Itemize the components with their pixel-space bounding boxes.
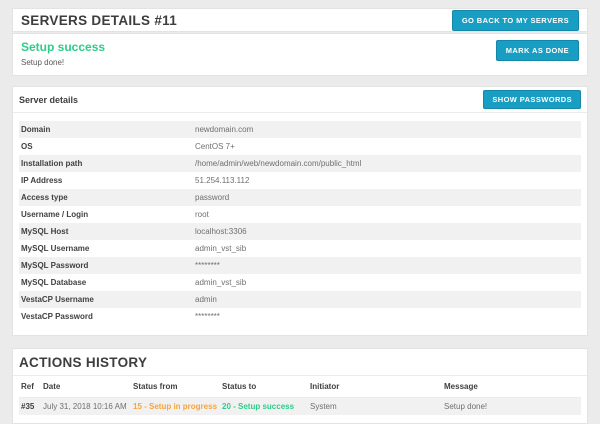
page: SERVERS DETAILS #11 GO BACK TO MY SERVER… — [0, 0, 600, 424]
history-table: RefDateStatus fromStatus toInitiatorMess… — [19, 376, 581, 415]
detail-value: /home/admin/web/newdomain.com/public_htm… — [195, 159, 361, 168]
history-column-header: Initiator — [310, 382, 444, 391]
history-cell-initiator: System — [310, 402, 444, 411]
actions-history-heading: ACTIONS HISTORY — [19, 355, 147, 370]
status-text: Setup success Setup done! — [21, 40, 105, 67]
detail-label: VestaCP Username — [19, 295, 195, 304]
history-column-header: Ref — [21, 382, 43, 391]
detail-value: ******** — [195, 312, 220, 321]
actions-history-header: ACTIONS HISTORY — [13, 349, 587, 376]
status-title: Setup success — [21, 40, 105, 54]
history-header-row: RefDateStatus fromStatus toInitiatorMess… — [19, 376, 581, 398]
detail-value: newdomain.com — [195, 125, 253, 134]
detail-value: 51.254.113.112 — [195, 176, 249, 185]
detail-row: MySQL Password******** — [19, 257, 581, 274]
server-details-header: Server details SHOW PASSWORDS — [13, 87, 587, 113]
mark-as-done-button[interactable]: MARK AS DONE — [496, 40, 579, 61]
detail-row: Username / Loginroot — [19, 206, 581, 223]
detail-row: MySQL Databaseadmin_vst_sib — [19, 274, 581, 291]
detail-value: password — [195, 193, 229, 202]
detail-label: MySQL Password — [19, 261, 195, 270]
detail-label: Domain — [19, 125, 195, 134]
server-details-table: Domainnewdomain.comOSCentOS 7+Installati… — [19, 121, 581, 325]
detail-value: root — [195, 210, 209, 219]
detail-label: VestaCP Password — [19, 312, 195, 321]
server-details-heading: Server details — [19, 95, 78, 105]
history-column-header: Date — [43, 382, 133, 391]
history-cell-date: July 31, 2018 10:16 AM — [43, 402, 133, 411]
detail-label: Access type — [19, 193, 195, 202]
history-column-header: Message — [444, 382, 581, 391]
page-title: SERVERS DETAILS #11 — [21, 13, 177, 28]
detail-value: localhost:3306 — [195, 227, 247, 236]
actions-history-card: ACTIONS HISTORY RefDateStatus fromStatus… — [12, 348, 588, 424]
history-cell-status-to: 20 - Setup success — [222, 402, 310, 411]
detail-row: Domainnewdomain.com — [19, 121, 581, 138]
detail-row: Installation path/home/admin/web/newdoma… — [19, 155, 581, 172]
detail-row: VestaCP Usernameadmin — [19, 291, 581, 308]
go-back-button[interactable]: GO BACK TO MY SERVERS — [452, 10, 579, 31]
detail-row: VestaCP Password******** — [19, 308, 581, 325]
detail-label: MySQL Username — [19, 244, 195, 253]
detail-value: CentOS 7+ — [195, 142, 235, 151]
detail-row: IP Address51.254.113.112 — [19, 172, 581, 189]
detail-label: Installation path — [19, 159, 195, 168]
detail-label: IP Address — [19, 176, 195, 185]
detail-value: admin_vst_sib — [195, 244, 246, 253]
detail-row: MySQL Usernameadmin_vst_sib — [19, 240, 581, 257]
detail-label: Username / Login — [19, 210, 195, 219]
detail-row: OSCentOS 7+ — [19, 138, 581, 155]
detail-value: ******** — [195, 261, 220, 270]
history-table-body: #35July 31, 2018 10:16 AM15 - Setup in p… — [19, 398, 581, 415]
detail-label: MySQL Database — [19, 278, 195, 287]
history-column-header: Status to — [222, 382, 310, 391]
history-column-header: Status from — [133, 382, 222, 391]
history-cell-status-from: 15 - Setup in progress — [133, 402, 222, 411]
show-passwords-button[interactable]: SHOW PASSWORDS — [483, 90, 581, 109]
detail-value: admin — [195, 295, 217, 304]
detail-row: MySQL Hostlocalhost:3306 — [19, 223, 581, 240]
server-details-card: Server details SHOW PASSWORDS Domainnewd… — [12, 86, 588, 336]
detail-label: MySQL Host — [19, 227, 195, 236]
history-cell-ref: #35 — [21, 402, 43, 411]
history-cell-message: Setup done! — [444, 402, 581, 411]
status-panel: Setup success Setup done! MARK AS DONE — [12, 33, 588, 76]
detail-value: admin_vst_sib — [195, 278, 246, 287]
detail-label: OS — [19, 142, 195, 151]
detail-row: Access typepassword — [19, 189, 581, 206]
history-row: #35July 31, 2018 10:16 AM15 - Setup in p… — [19, 398, 581, 415]
status-subtitle: Setup done! — [21, 58, 105, 67]
page-header-panel: SERVERS DETAILS #11 GO BACK TO MY SERVER… — [12, 8, 588, 32]
